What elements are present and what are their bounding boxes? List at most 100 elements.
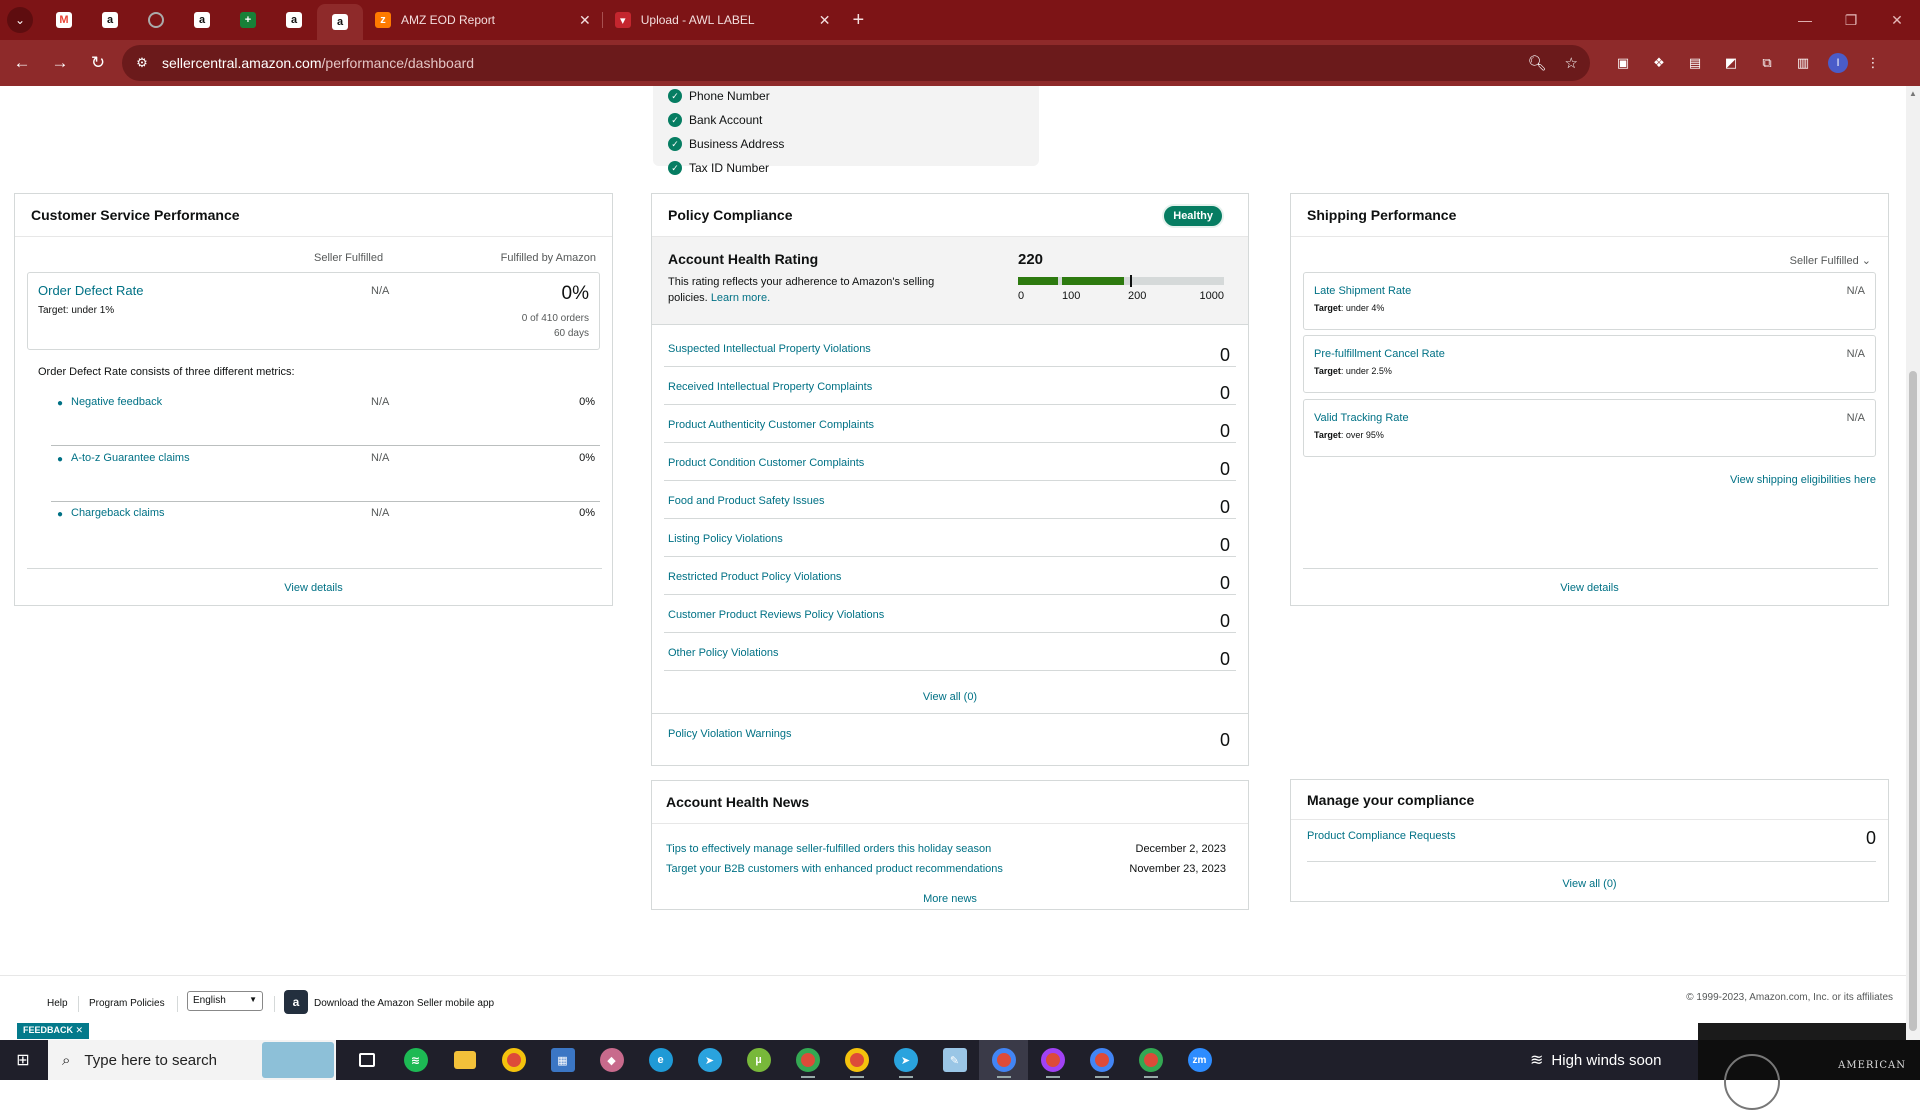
metric-link[interactable]: Chargeback claims xyxy=(71,507,165,519)
calculator-icon[interactable]: ▦ xyxy=(538,1040,587,1080)
windows-start-icon[interactable]: ⊞ xyxy=(0,1040,46,1080)
feedback-label: FEEDBACK xyxy=(23,1025,74,1035)
address-bar[interactable]: ⚙ sellercentral.amazon.com/performance/d… xyxy=(122,45,1590,81)
file-explorer-icon[interactable] xyxy=(440,1040,489,1080)
policy-violation-link[interactable]: Product Condition Customer Complaints xyxy=(668,457,864,469)
order-defect-rate-link[interactable]: Order Defect Rate xyxy=(38,283,144,298)
url-text[interactable]: sellercentral.amazon.com/performance/das… xyxy=(162,55,474,71)
pinned-tab-sheets[interactable]: + xyxy=(225,0,271,40)
tab-upload-awl-label[interactable]: ▾ Upload - AWL LABEL ✕ xyxy=(603,0,843,40)
extension-screenshot-icon[interactable]: ◩ xyxy=(1720,52,1742,74)
utorrent-icon[interactable]: µ xyxy=(734,1040,783,1080)
chrome-profile-4-icon[interactable] xyxy=(1077,1040,1126,1080)
chrome-profile-5-icon[interactable] xyxy=(1126,1040,1175,1080)
zoom-icon[interactable]: zm xyxy=(1175,1040,1224,1080)
identity-item: ✓ Phone Number xyxy=(668,86,1039,108)
menu-kebab-icon[interactable]: ⋮ xyxy=(1862,52,1884,74)
policy-violation-link[interactable]: Product Authenticity Customer Complaints xyxy=(668,419,874,431)
more-news-link[interactable]: More news xyxy=(652,893,1248,905)
ahr-tick: 200 xyxy=(1128,290,1147,302)
view-all-link[interactable]: View all (0) xyxy=(1291,878,1888,890)
fulfillment-dropdown[interactable]: Seller Fulfilled ⌄ xyxy=(1790,254,1871,267)
close-window-icon[interactable]: ✕ xyxy=(1874,0,1920,40)
policy-violation-link[interactable]: Listing Policy Violations xyxy=(668,533,783,545)
chrome-profile-3-icon[interactable] xyxy=(1028,1040,1077,1080)
bookmark-star-icon[interactable]: ☆ xyxy=(1565,54,1578,72)
policy-violation-link[interactable]: Customer Product Reviews Policy Violatio… xyxy=(668,609,884,621)
scroll-up-icon[interactable]: ▲ xyxy=(1909,89,1917,98)
pinned-tab-globe[interactable] xyxy=(133,0,179,40)
telegram-icon[interactable]: ➤ xyxy=(685,1040,734,1080)
policy-warnings-link[interactable]: Policy Violation Warnings xyxy=(668,728,792,740)
metric-link[interactable]: A-to-z Guarantee claims xyxy=(71,452,190,464)
restore-icon[interactable]: ❐ xyxy=(1828,0,1874,40)
compliance-requests-link[interactable]: Product Compliance Requests xyxy=(1307,830,1456,842)
policy-violation-link[interactable]: Other Policy Violations xyxy=(668,647,778,659)
odr-seller-value: N/A xyxy=(371,285,390,297)
policy-violation-count: 0 xyxy=(1219,611,1230,631)
policy-violation-link[interactable]: Suspected Intellectual Property Violatio… xyxy=(668,343,871,355)
close-icon[interactable]: ✕ xyxy=(579,12,591,29)
view-all-link[interactable]: View all (0) xyxy=(652,691,1248,703)
telegram-notify-icon[interactable]: ➤ xyxy=(881,1040,930,1080)
extension-chart-icon[interactable]: ▤ xyxy=(1684,52,1706,74)
notepad-icon[interactable]: ✎ xyxy=(930,1040,979,1080)
zoom-icon[interactable]: 🔍︎ xyxy=(1528,54,1547,72)
odr-period: 60 days xyxy=(553,328,589,339)
policy-violation-row: Listing Policy Violations 0 xyxy=(664,519,1236,557)
weather-widget[interactable]: ≋ High winds soon xyxy=(1530,1040,1661,1080)
view-details-link[interactable]: View details xyxy=(1291,582,1888,594)
close-icon[interactable]: ✕ xyxy=(76,1025,84,1035)
program-policies-link[interactable]: Program Policies xyxy=(89,998,165,1009)
pinned-tab-amazon-2[interactable]: a xyxy=(179,0,225,40)
scrollbar-thumb[interactable] xyxy=(1909,371,1917,1031)
help-link[interactable]: Help xyxy=(47,998,68,1009)
pinned-tab-amazon-1[interactable]: a xyxy=(87,0,133,40)
site-info-icon[interactable]: ⚙ xyxy=(132,55,152,71)
page-scrollbar[interactable]: ▲ xyxy=(1906,86,1920,1040)
extensions-puzzle-icon[interactable]: ⧉ xyxy=(1756,52,1778,74)
task-view-icon[interactable] xyxy=(342,1040,391,1080)
learn-more-link[interactable]: Learn more. xyxy=(711,292,770,304)
close-icon[interactable]: ✕ xyxy=(819,12,831,29)
spotify-icon[interactable]: ≋ xyxy=(391,1040,440,1080)
profile-avatar[interactable]: I xyxy=(1828,53,1848,73)
feedback-button[interactable]: FEEDBACK ✕ xyxy=(17,1023,90,1039)
policy-violation-link[interactable]: Food and Product Safety Issues xyxy=(668,495,825,507)
chrome-profile-2-icon[interactable] xyxy=(832,1040,881,1080)
pinned-tab-gmail[interactable]: M xyxy=(41,0,87,40)
side-panel-icon[interactable]: ▥ xyxy=(1792,52,1814,74)
chrome-profile-1-icon[interactable] xyxy=(783,1040,832,1080)
reload-icon[interactable]: ↻ xyxy=(80,45,116,81)
shipping-metric-link[interactable]: Pre-fulfillment Cancel Rate xyxy=(1314,348,1445,360)
chrome-icon[interactable] xyxy=(489,1040,538,1080)
shipping-metric-link[interactable]: Valid Tracking Rate xyxy=(1314,412,1409,424)
shipping-eligibilities-link[interactable]: View shipping eligibilities here xyxy=(1730,474,1876,486)
news-link[interactable]: Target your B2B customers with enhanced … xyxy=(666,863,1003,875)
language-select[interactable]: English ▼ xyxy=(187,991,263,1011)
tab-search-button[interactable]: ⌄ xyxy=(7,7,33,33)
extension-puzzle-blue-icon[interactable]: ❖ xyxy=(1648,52,1670,74)
tab-amz-eod-report[interactable]: z AMZ EOD Report ✕ xyxy=(363,0,603,40)
taskbar-search[interactable]: ⌕ Type here to search xyxy=(48,1040,336,1080)
edge-icon[interactable]: e xyxy=(636,1040,685,1080)
policy-violation-link[interactable]: Received Intellectual Property Complaint… xyxy=(668,381,872,393)
pinned-tab-amazon-3[interactable]: a xyxy=(271,0,317,40)
forward-icon[interactable]: → xyxy=(42,45,78,81)
news-link[interactable]: Tips to effectively manage seller-fulfil… xyxy=(666,843,991,855)
minimize-icon[interactable]: — xyxy=(1782,0,1828,40)
new-tab-button[interactable]: + xyxy=(852,9,864,32)
policy-violation-link[interactable]: Restricted Product Policy Violations xyxy=(668,571,841,583)
download-app-link[interactable]: Download the Amazon Seller mobile app xyxy=(314,998,494,1009)
shipping-metric-link[interactable]: Late Shipment Rate xyxy=(1314,285,1411,297)
app-fish-icon[interactable]: ◆ xyxy=(587,1040,636,1080)
view-details-link[interactable]: View details xyxy=(15,582,612,594)
policy-violation-row: Suspected Intellectual Property Violatio… xyxy=(664,329,1236,367)
metric-link[interactable]: Negative feedback xyxy=(71,396,162,408)
account-health-rating: Account Health Rating This rating reflec… xyxy=(652,237,1248,325)
pinned-tab-amazon-active[interactable]: a xyxy=(317,4,363,40)
chrome-profile-active-icon[interactable] xyxy=(979,1040,1028,1080)
extension-off-icon[interactable]: ▣ xyxy=(1612,52,1634,74)
back-icon[interactable]: ← xyxy=(4,45,40,81)
shipping-metric-value: N/A xyxy=(1846,412,1865,424)
